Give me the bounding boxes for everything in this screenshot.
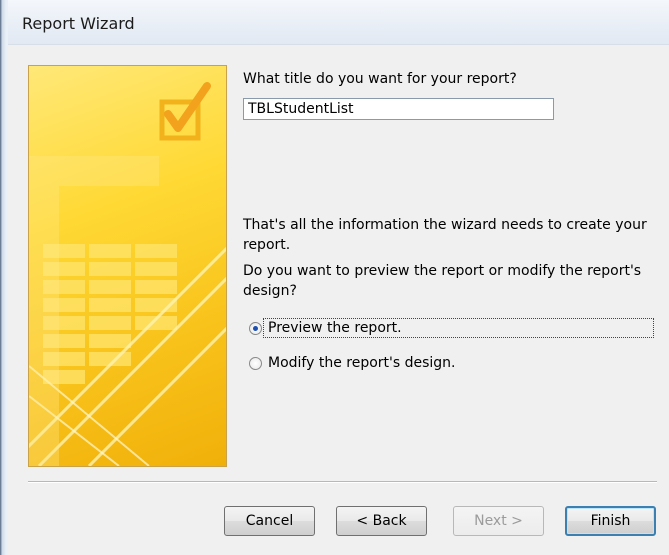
cancel-button[interactable]: Cancel <box>224 506 315 536</box>
radio-button-preview[interactable] <box>249 321 262 335</box>
radio-label-preview[interactable]: Preview the report. <box>268 320 402 336</box>
next-button[interactable]: Next > <box>453 506 544 536</box>
checkbox-icon <box>159 82 211 141</box>
window-left-border <box>0 0 8 555</box>
back-button[interactable]: < Back <box>336 506 427 536</box>
info-text-line-1: That's all the information the wizard ne… <box>243 217 647 233</box>
preview-question-line-1: Do you want to preview the report or mod… <box>243 263 642 279</box>
preview-question-line-2: design? <box>243 283 297 299</box>
info-text-line-2: report. <box>243 237 291 253</box>
radio-button-modify[interactable] <box>249 356 262 370</box>
window-title: Report Wizard <box>22 14 135 33</box>
report-title-input[interactable] <box>243 98 554 120</box>
title-bar[interactable]: Report Wizard <box>8 0 669 45</box>
finish-button[interactable]: Finish <box>565 506 656 536</box>
radio-modify-design[interactable]: Modify the report's design. <box>249 355 456 371</box>
report-wizard-window: Report Wizard What title do you want for… <box>0 0 669 555</box>
wizard-graphic <box>28 65 227 467</box>
wizard-graphic-art <box>29 82 226 466</box>
title-question-label: What title do you want for your report? <box>243 71 517 87</box>
radio-label-modify[interactable]: Modify the report's design. <box>268 355 456 371</box>
footer-separator <box>28 481 657 483</box>
radio-preview-report[interactable]: Preview the report. <box>249 320 402 336</box>
